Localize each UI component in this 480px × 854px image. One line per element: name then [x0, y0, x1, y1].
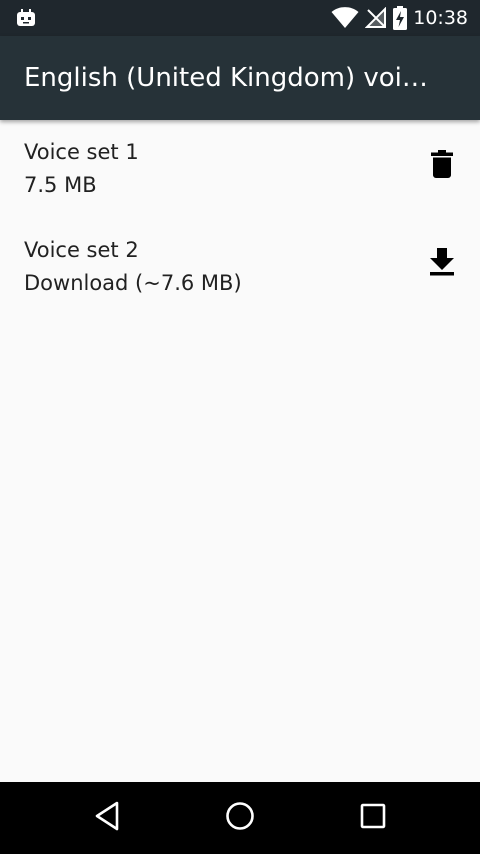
download-icon	[430, 248, 454, 280]
delete-button[interactable]	[426, 150, 458, 182]
wifi-icon	[331, 7, 359, 29]
download-button[interactable]	[426, 248, 458, 280]
navigation-bar	[0, 782, 480, 854]
android-notification-icon	[16, 9, 36, 32]
back-button[interactable]	[87, 798, 127, 838]
voice-set-title: Voice set 1	[24, 140, 139, 164]
recents-icon	[360, 803, 386, 833]
battery-charging-icon	[393, 6, 408, 30]
status-right-icons: 10:38	[325, 0, 468, 36]
home-icon	[225, 801, 255, 835]
voice-set-item-1[interactable]: Voice set 1 7.5 MB	[0, 120, 480, 218]
voice-set-list: Voice set 1 7.5 MB Voice set 2 Download …	[0, 120, 480, 316]
voice-set-title: Voice set 2	[24, 238, 139, 262]
status-clock: 10:38	[413, 7, 468, 29]
page-title: English (United Kingdom) voi…	[24, 63, 428, 93]
back-icon	[94, 801, 120, 835]
voice-set-size: 7.5 MB	[24, 173, 97, 197]
voice-set-download-label: Download (~7.6 MB)	[24, 271, 242, 295]
voice-set-item-2[interactable]: Voice set 2 Download (~7.6 MB)	[0, 218, 480, 316]
home-button[interactable]	[220, 798, 260, 838]
app-bar: English (United Kingdom) voi…	[0, 36, 480, 120]
status-bar: 10:38	[0, 0, 480, 36]
delete-icon	[431, 150, 453, 182]
no-signal-icon	[365, 7, 387, 29]
recents-button[interactable]	[353, 798, 393, 838]
status-left-icons	[16, 8, 36, 28]
